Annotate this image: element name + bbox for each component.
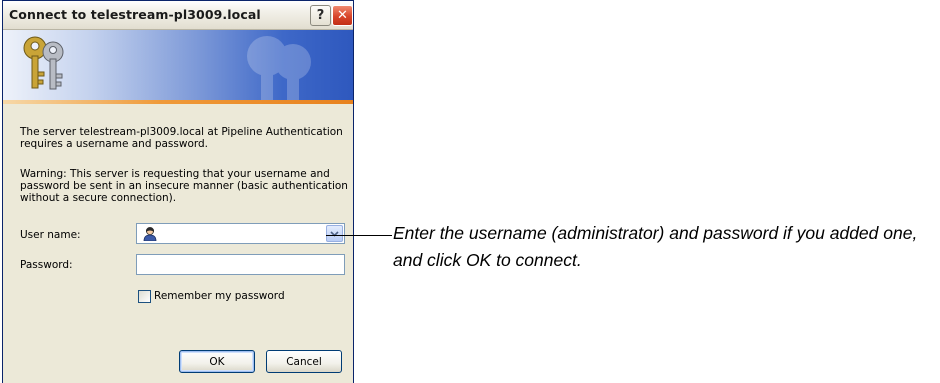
keys-watermark-icon	[247, 36, 311, 104]
callout-leader-line	[326, 235, 392, 236]
username-label: User name:	[20, 229, 81, 241]
dialog-banner	[3, 30, 353, 104]
help-icon: ?	[316, 8, 325, 23]
username-combobox[interactable]	[136, 223, 345, 244]
password-field[interactable]	[136, 254, 345, 275]
dialog-title: Connect to telestream-pl3009.local	[9, 7, 261, 22]
remember-password-checkbox[interactable]	[138, 290, 151, 303]
cancel-button[interactable]: Cancel	[266, 350, 342, 373]
username-dropdown-button[interactable]	[326, 225, 343, 242]
ok-button[interactable]: OK	[179, 350, 255, 373]
password-label: Password:	[20, 259, 73, 271]
connect-dialog: Connect to telestream-pl3009.local ? ✕ T…	[2, 0, 354, 383]
user-icon	[143, 227, 157, 241]
server-message: The server telestream-pl3009.local at Pi…	[20, 126, 343, 150]
title-bar[interactable]: Connect to telestream-pl3009.local ? ✕	[3, 1, 353, 30]
close-icon: ✕	[337, 8, 348, 23]
banner-accent-stripe	[3, 100, 353, 104]
keys-icon	[23, 36, 64, 90]
help-button[interactable]: ?	[310, 5, 331, 26]
callout-annotation: Enter the username (administrator) and p…	[393, 223, 918, 270]
close-button[interactable]: ✕	[332, 5, 353, 26]
security-warning: Warning: This server is requesting that …	[20, 168, 348, 204]
remember-password-label[interactable]: Remember my password	[154, 290, 285, 302]
